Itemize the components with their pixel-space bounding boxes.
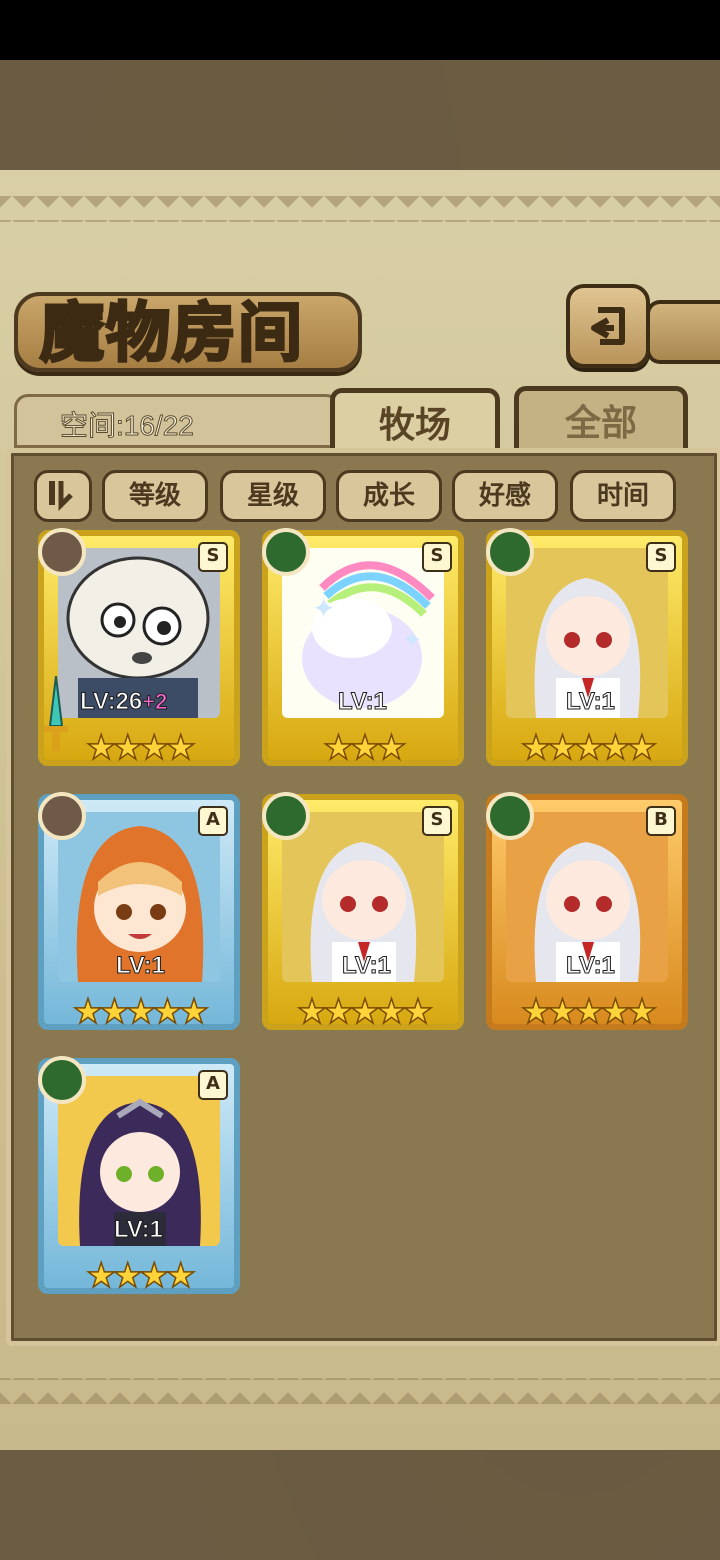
star-rating: ★★★★★ [520, 727, 658, 769]
rank-badge: S [422, 806, 452, 836]
star-rating: ★★★★★ [520, 991, 658, 1033]
sort-growth-button[interactable]: 成长 [336, 470, 442, 522]
space-count: 空间:16/22 [60, 410, 195, 442]
zigzag-border-bottom [0, 1378, 720, 1404]
monster-card[interactable]: S LV:1 ★★★★★ [486, 528, 688, 769]
header-band [0, 60, 720, 170]
page-title: 魔物房间 [39, 295, 304, 373]
monster-card[interactable]: A LV:1 ★★★★★ [38, 792, 240, 1033]
sort-order-icon [49, 481, 73, 512]
element-nature-icon [262, 792, 310, 840]
element-nature-icon [486, 792, 534, 840]
back-button[interactable] [566, 284, 650, 368]
tab-pasture[interactable]: 牧场 [330, 388, 500, 453]
sort-affection-button[interactable]: 好感 [452, 470, 558, 522]
sort-level-button[interactable]: 等级 [102, 470, 208, 522]
back-arrow-icon [591, 307, 625, 345]
rank-badge: A [198, 1070, 228, 1100]
status-bar [0, 0, 720, 60]
level-label: LV:1 [342, 952, 392, 980]
level-label: LV:1 [338, 688, 388, 716]
element-nature-icon [486, 528, 534, 576]
star-rating: ★★★★ [85, 727, 196, 769]
element-nature-icon [262, 528, 310, 576]
rank-badge: B [646, 806, 676, 836]
monster-card[interactable]: A LV:1 ★★★★ [38, 1056, 240, 1297]
monster-card[interactable]: B LV:1 ★★★★★ [486, 792, 688, 1033]
rank-badge: S [646, 542, 676, 572]
level-label: LV:1 [566, 952, 616, 980]
zigzag-border-top [0, 196, 720, 222]
sort-stars-button[interactable]: 星级 [220, 470, 326, 522]
monster-card[interactable]: S LV:1 ★★★★★ [262, 792, 464, 1033]
star-rating: ★★★★★ [296, 991, 434, 1033]
element-nature-icon [38, 1056, 86, 1104]
level-label: LV:26+2 [79, 688, 168, 716]
rank-badge: A [198, 806, 228, 836]
footer-band [0, 1450, 720, 1560]
star-rating: ★★★★★ [72, 991, 210, 1033]
level-label: LV:1 [116, 952, 166, 980]
element-earth-icon [38, 528, 86, 576]
monster-card[interactable]: ✦ ✦ S LV:1 ★★★ [262, 528, 464, 769]
rank-badge: S [422, 542, 452, 572]
svg-text:✦: ✦ [402, 626, 422, 654]
monster-card[interactable]: S LV:26+2 ★★★★ [38, 528, 240, 769]
element-earth-icon [38, 792, 86, 840]
back-button-tail [646, 300, 720, 364]
tab-all[interactable]: 全部 [514, 386, 688, 451]
level-label: LV:1 [566, 688, 616, 716]
level-label: LV:1 [114, 1216, 164, 1244]
rank-badge: S [198, 542, 228, 572]
star-rating: ★★★ [323, 727, 408, 769]
sort-order-toggle[interactable] [34, 470, 92, 522]
svg-text:✦: ✦ [312, 592, 335, 625]
star-rating: ★★★★ [85, 1255, 196, 1297]
sort-time-button[interactable]: 时间 [570, 470, 676, 522]
